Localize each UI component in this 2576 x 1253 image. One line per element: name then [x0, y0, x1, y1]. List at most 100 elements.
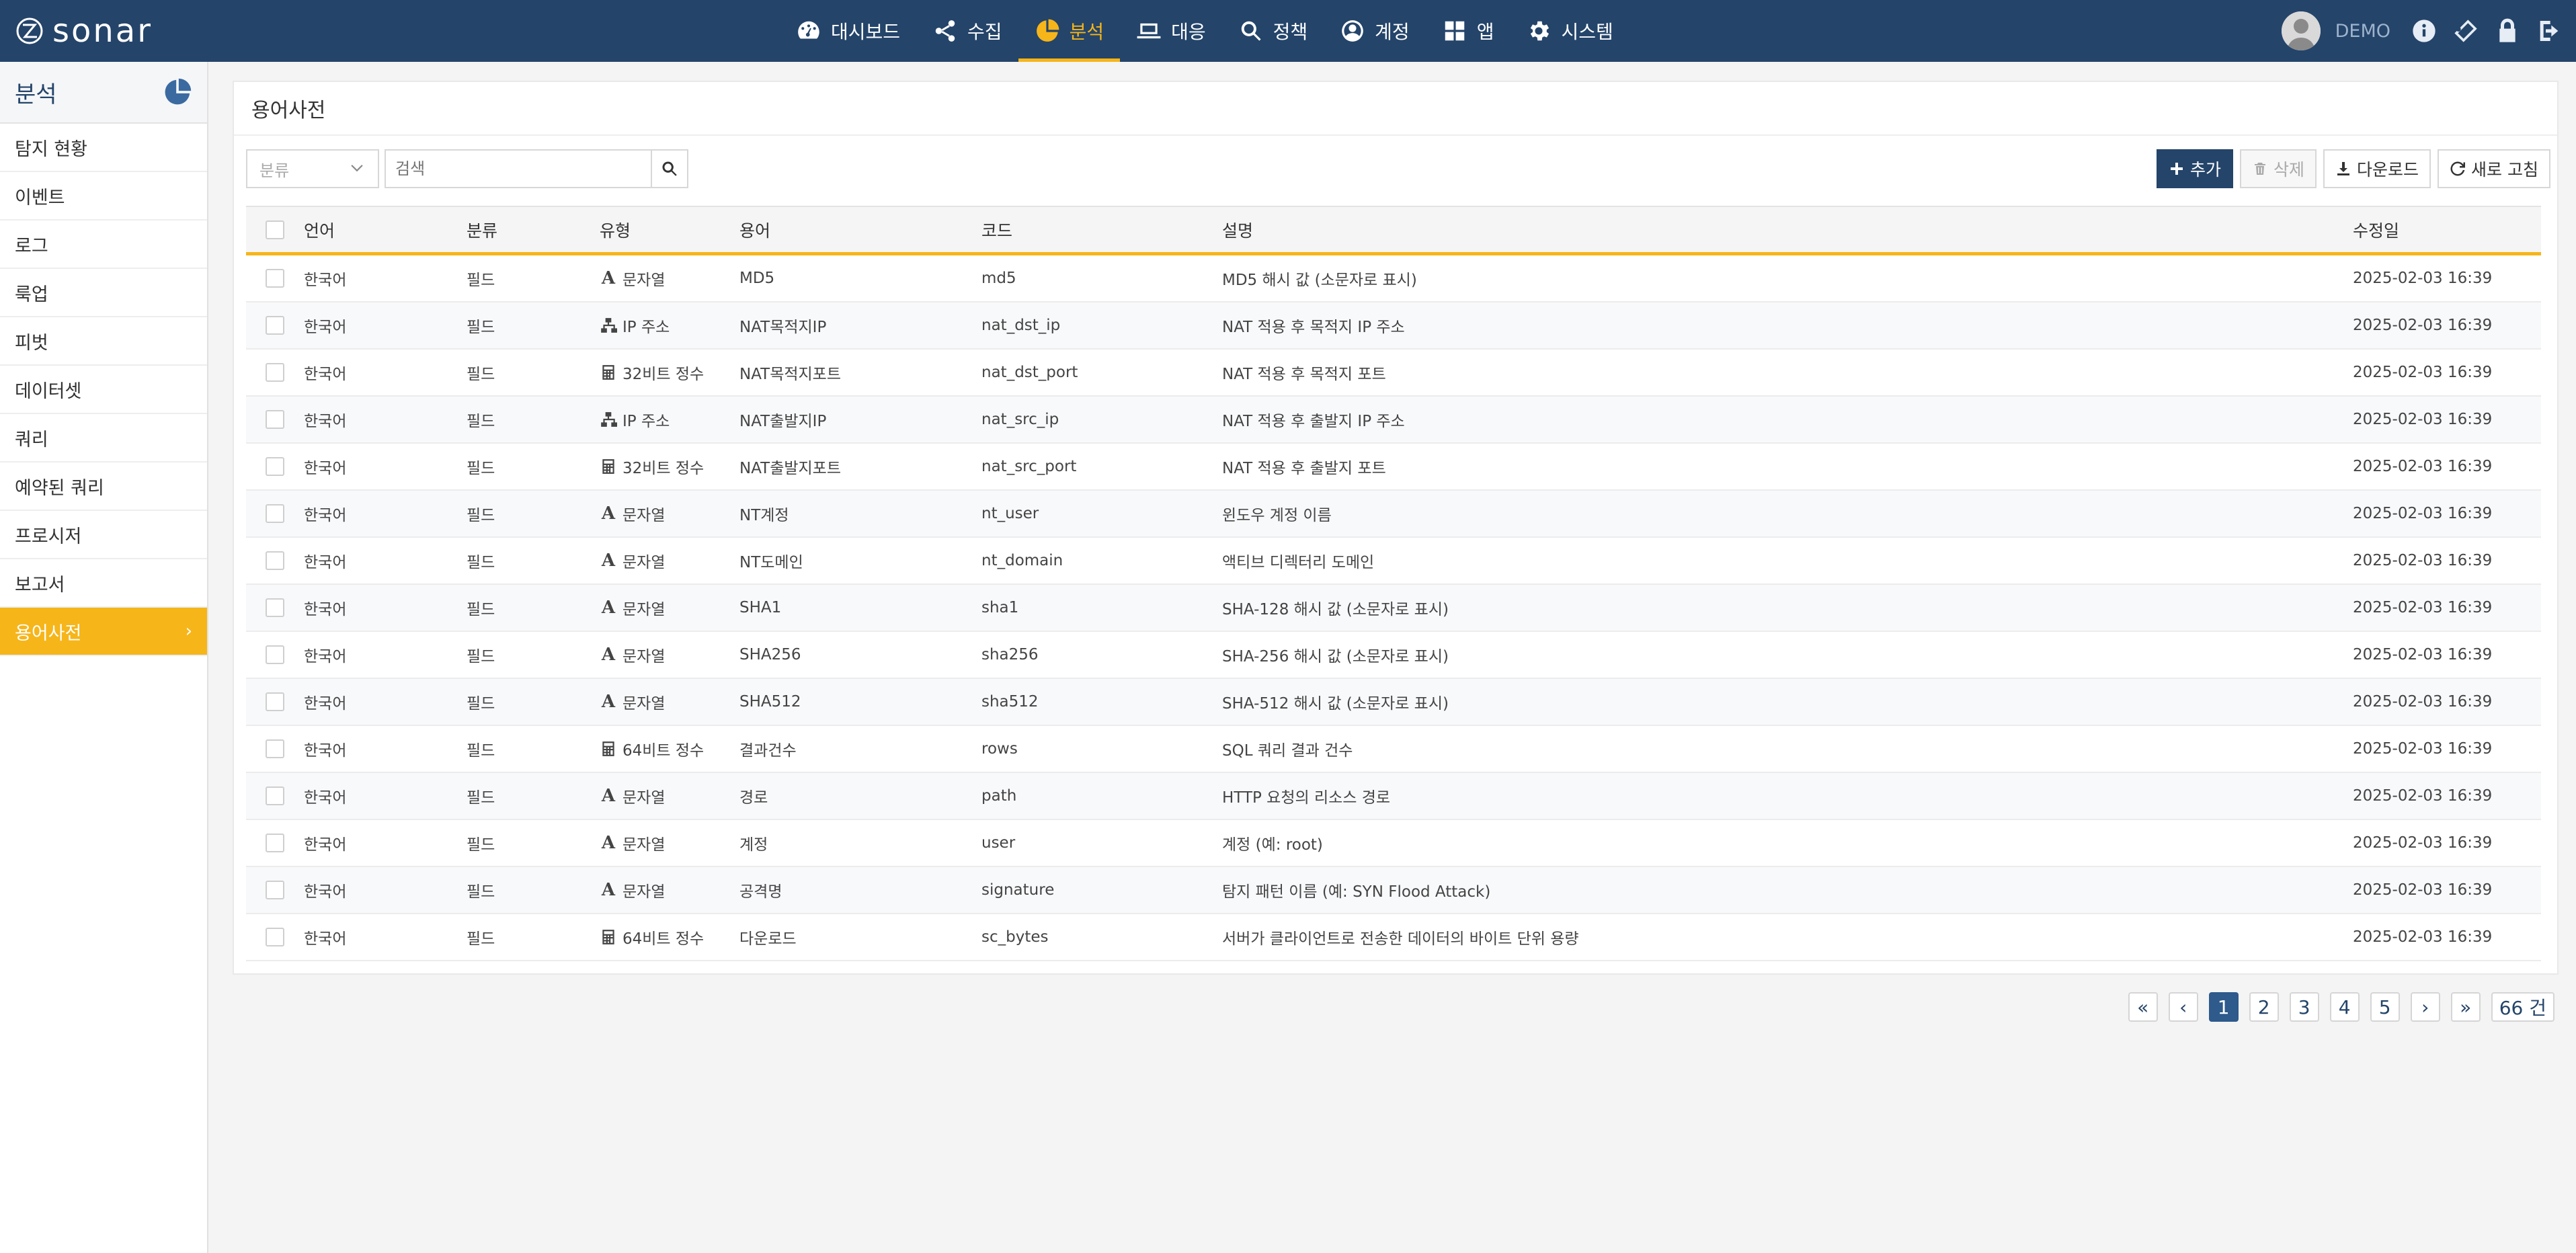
page-button-5[interactable]: 5 [2370, 992, 2400, 1022]
nav-item-analysis[interactable]: 분석 [1018, 0, 1121, 62]
category-select[interactable]: 분류 [246, 149, 379, 188]
search-button[interactable] [651, 149, 688, 188]
sidebar-title: 분석 [15, 81, 57, 108]
sidebar-item-report[interactable]: 보고서 [0, 559, 207, 608]
next-page-button[interactable]: › [2410, 992, 2440, 1022]
sidebar-item-procedure[interactable]: 프로시저 [0, 511, 207, 559]
sidebar-item-dataset[interactable]: 데이터셋 [0, 366, 207, 414]
cell-description: 계정 (예: root) [1222, 836, 1323, 854]
table-row[interactable]: 한국어 필드 A 문자열 NT도메인 nt_domain 액티브 디렉터리 도메… [246, 538, 2541, 585]
first-page-button[interactable]: « [2128, 992, 2158, 1022]
row-checkbox[interactable] [266, 928, 284, 946]
refresh-button[interactable]: 새로 고침 [2438, 149, 2550, 188]
sidebar-item-glossary[interactable]: 용어사전 › [0, 608, 207, 656]
calculator-icon [600, 740, 617, 758]
search-input[interactable] [385, 149, 652, 188]
row-checkbox[interactable] [266, 598, 284, 617]
row-checkbox[interactable] [266, 316, 284, 335]
prev-page-button[interactable]: ‹ [2168, 992, 2198, 1022]
cell-modified: 2025-02-03 16:39 [2353, 881, 2493, 899]
table-row[interactable]: 한국어 필드 A 문자열 경로 path HTTP 요청의 리소스 경로 202… [246, 773, 2541, 820]
nav-item-collect[interactable]: 수집 [916, 0, 1018, 62]
nav-label: 수집 [967, 21, 1002, 43]
table-row[interactable]: 한국어 필드 IP 주소 NAT출발지IP nat_src_ip NAT 적용 … [246, 397, 2541, 444]
nav-item-response[interactable]: 대응 [1120, 0, 1222, 62]
table-row[interactable]: 한국어 필드 A 문자열 공격명 signature 탐지 패턴 이름 (예: … [246, 867, 2541, 914]
glossary-panel: 용어사전 분류 추가 삭제 다운로드 새로 고침 [233, 81, 2559, 975]
column-header-description[interactable]: 설명 [1222, 218, 2353, 242]
nav-item-dashboard[interactable]: 대시보드 [780, 0, 916, 62]
cell-term: 계정 [739, 836, 768, 854]
sidebar-item-detection-status[interactable]: 탐지 현황 [0, 124, 207, 172]
ticket-icon[interactable] [2452, 17, 2479, 44]
download-button[interactable]: 다운로드 [2323, 149, 2431, 188]
row-checkbox[interactable] [266, 269, 284, 288]
chevron-right-icon: › [185, 621, 192, 641]
sidebar-item-scheduled-query[interactable]: 예약된 쿼리 [0, 462, 207, 511]
sidebar-item-logs[interactable]: 로그 [0, 220, 207, 269]
page-button-3[interactable]: 3 [2289, 992, 2319, 1022]
sidebar-item-query[interactable]: 쿼리 [0, 414, 207, 462]
last-page-button[interactable]: » [2450, 992, 2481, 1022]
row-checkbox[interactable] [266, 881, 284, 899]
sidebar-item-label: 프로시저 [15, 526, 82, 547]
sidebar-item-lookup[interactable]: 룩업 [0, 269, 207, 317]
table-row[interactable]: 한국어 필드 A 문자열 SHA512 sha512 SHA-512 해시 값 … [246, 679, 2541, 726]
row-checkbox[interactable] [266, 645, 284, 664]
info-icon[interactable] [2411, 17, 2438, 44]
add-button[interactable]: 추가 [2157, 149, 2234, 188]
nav-item-system[interactable]: 시스템 [1510, 0, 1629, 62]
sidebar-item-events[interactable]: 이벤트 [0, 172, 207, 220]
row-checkbox[interactable] [266, 786, 284, 805]
column-header-code[interactable]: 코드 [981, 218, 1222, 242]
brand-logo[interactable]: sonar [15, 9, 153, 52]
column-header-type[interactable]: 유형 [600, 218, 739, 242]
table-row[interactable]: 한국어 필드 64비트 정수 다운로드 sc_bytes 서버가 클라이언트로 … [246, 914, 2541, 961]
table-row[interactable]: 한국어 필드 32비트 정수 NAT목적지포트 nat_dst_port NAT… [246, 350, 2541, 397]
page-button-4[interactable]: 4 [2329, 992, 2360, 1022]
nav-item-account[interactable]: 계정 [1324, 0, 1426, 62]
row-checkbox[interactable] [266, 504, 284, 523]
table-row[interactable]: 한국어 필드 A 문자열 SHA256 sha256 SHA-256 해시 값 … [246, 632, 2541, 679]
table-row[interactable]: 한국어 필드 A 문자열 SHA1 sha1 SHA-128 해시 값 (소문자… [246, 585, 2541, 632]
cell-term: 경로 [739, 789, 768, 807]
nav-item-policy[interactable]: 정책 [1222, 0, 1324, 62]
cell-term: SHA1 [739, 599, 782, 616]
row-checkbox[interactable] [266, 551, 284, 570]
table-row[interactable]: 한국어 필드 64비트 정수 결과건수 rows SQL 쿼리 결과 건수 20… [246, 726, 2541, 773]
nav-item-apps[interactable]: 앱 [1426, 0, 1511, 62]
table-row[interactable]: 한국어 필드 IP 주소 NAT목적지IP nat_dst_ip NAT 적용 … [246, 302, 2541, 350]
cell-type: A 문자열 [600, 596, 739, 619]
laptop-icon [1137, 23, 1161, 39]
table-row[interactable]: 한국어 필드 A 문자열 NT계정 nt_user 윈도우 계정 이름 2025… [246, 491, 2541, 538]
page-button-2[interactable]: 2 [2249, 992, 2279, 1022]
row-checkbox[interactable] [266, 834, 284, 852]
table-row[interactable]: 한국어 필드 A 문자열 MD5 md5 MD5 해시 값 (소문자로 표시) … [246, 255, 2541, 302]
avatar[interactable] [2281, 11, 2321, 50]
cell-description: NAT 적용 후 출발지 포트 [1222, 460, 1386, 477]
column-header-term[interactable]: 용어 [739, 218, 981, 242]
table-row[interactable]: 한국어 필드 32비트 정수 NAT출발지포트 nat_src_port NAT… [246, 444, 2541, 491]
logout-icon[interactable] [2536, 17, 2563, 44]
row-checkbox-cell [246, 692, 304, 711]
page-button-1[interactable]: 1 [2208, 992, 2239, 1022]
cell-type: A 문자열 [600, 549, 739, 572]
sidebar-item-label: 예약된 쿼리 [15, 477, 104, 499]
row-checkbox[interactable] [266, 739, 284, 758]
column-header-language[interactable]: 언어 [304, 218, 467, 242]
column-header-modified[interactable]: 수정일 [2353, 218, 2541, 242]
cell-category: 필드 [467, 460, 495, 477]
row-checkbox[interactable] [266, 692, 284, 711]
row-checkbox[interactable] [266, 457, 284, 476]
delete-button[interactable]: 삭제 [2240, 149, 2317, 188]
row-checkbox[interactable] [266, 410, 284, 429]
sidebar-item-pivot[interactable]: 피벗 [0, 317, 207, 366]
column-header-category[interactable]: 분류 [467, 218, 600, 242]
select-all-checkbox[interactable] [266, 220, 284, 239]
table-row[interactable]: 한국어 필드 A 문자열 계정 user 계정 (예: root) 2025-0… [246, 820, 2541, 867]
username[interactable]: DEMO [2335, 21, 2390, 42]
lock-icon[interactable] [2494, 17, 2521, 44]
cell-category: 필드 [467, 789, 495, 807]
gear-icon [1531, 21, 1549, 41]
row-checkbox[interactable] [266, 363, 284, 382]
